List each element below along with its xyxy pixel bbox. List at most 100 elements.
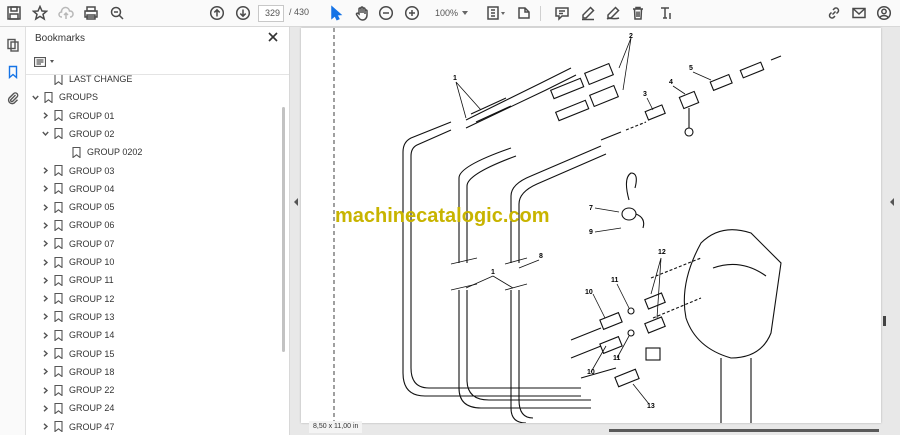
chevron-right-icon[interactable] (40, 403, 50, 413)
vertical-scroll-thumb[interactable] (883, 316, 886, 326)
expand-right-panel-arrow[interactable] (890, 198, 894, 206)
bookmarks-icon[interactable] (4, 63, 22, 81)
bookmark-icon (54, 366, 63, 378)
toolbar-divider (540, 6, 541, 21)
chevron-right-icon[interactable] (40, 422, 50, 432)
bookmark-label: GROUP 01 (69, 110, 115, 121)
chevron-right-icon[interactable] (40, 184, 50, 194)
page-number-input[interactable]: 329 (258, 5, 284, 22)
bookmark-item[interactable]: GROUP 18 (40, 363, 114, 381)
bookmark-item[interactable]: GROUP 15 (40, 345, 114, 363)
bookmark-item[interactable]: GROUP 05 (40, 198, 114, 216)
callout-number: 3 (643, 91, 647, 98)
chevron-right-icon[interactable] (40, 367, 50, 377)
bookmarks-scrollbar[interactable] (282, 107, 285, 352)
horizontal-scrollbar[interactable] (609, 429, 879, 432)
callout-number: 12 (658, 249, 666, 256)
bookmark-item[interactable]: GROUP 22 (40, 381, 114, 399)
chevron-right-icon[interactable] (40, 294, 50, 304)
bookmark-item[interactable]: GROUP 06 (40, 216, 114, 234)
cloud-upload-icon[interactable] (56, 3, 76, 23)
next-page-icon[interactable] (233, 3, 253, 23)
bookmark-item[interactable]: GROUP 10 (40, 253, 114, 271)
account-icon[interactable] (874, 3, 894, 23)
bookmark-icon (54, 274, 63, 287)
callout-number: 7 (589, 205, 593, 212)
comment-icon[interactable] (552, 3, 572, 23)
bookmark-item[interactable]: GROUP 47 (40, 418, 114, 435)
close-icon[interactable] (268, 31, 282, 45)
bookmark-icon (54, 402, 63, 415)
bookmark-label: GROUP 06 (69, 220, 115, 231)
pdf-page: 1 2 3 4 5 1 8 7 9 10 11 12 10 11 13 machinecatalogic.c… (301, 28, 881, 423)
bookmark-item[interactable]: GROUPS (30, 88, 98, 106)
bookmark-label: GROUP 22 (69, 385, 115, 396)
attachments-icon[interactable] (4, 89, 22, 107)
zoom-search-icon[interactable] (107, 3, 127, 23)
callout-number: 13 (647, 403, 655, 410)
bookmark-icon (54, 421, 63, 433)
chevron-right-icon[interactable] (40, 385, 50, 395)
chevron-right-icon[interactable] (40, 111, 50, 121)
bookmark-options-button[interactable] (34, 55, 56, 69)
text-edit-icon[interactable] (655, 3, 675, 23)
star-icon[interactable] (30, 3, 50, 23)
chevron-right-icon[interactable] (40, 166, 50, 176)
bookmark-item[interactable]: LAST CHANGE (40, 75, 132, 88)
draw-freehand-icon[interactable] (603, 3, 623, 23)
bookmark-item[interactable]: GROUP 04 (40, 180, 114, 198)
chevron-right-icon[interactable] (40, 257, 50, 267)
page-fit-chevron-down-icon[interactable] (501, 12, 505, 15)
bookmark-item[interactable]: GROUP 24 (40, 399, 114, 417)
chevron-right-icon[interactable] (40, 202, 50, 212)
bookmark-label: GROUP 18 (69, 366, 115, 377)
email-icon[interactable] (849, 3, 869, 23)
bookmark-label: GROUP 0202 (87, 147, 143, 158)
collapse-panel-arrow[interactable] (294, 198, 298, 206)
bookmark-item[interactable]: GROUP 02 (40, 125, 114, 143)
bookmark-label: GROUP 13 (69, 311, 115, 322)
zoom-chevron-down-icon[interactable] (462, 11, 468, 15)
hand-tool-icon[interactable] (352, 3, 372, 23)
chevron-down-icon[interactable] (40, 129, 50, 139)
bookmark-item[interactable]: GROUP 13 (40, 308, 114, 326)
bookmark-icon (54, 183, 63, 195)
chevron-right-icon[interactable] (40, 275, 50, 285)
zoom-out-icon[interactable] (376, 3, 396, 23)
bookmark-item[interactable]: GROUP 14 (40, 326, 114, 344)
callout-number: 1 (491, 269, 495, 276)
chevron-right-icon[interactable] (40, 220, 50, 230)
bookmark-item[interactable]: GROUP 11 (40, 271, 114, 289)
previous-page-icon[interactable] (207, 3, 227, 23)
select-cursor-icon[interactable] (326, 3, 346, 23)
print-icon[interactable] (81, 3, 101, 23)
bookmark-icon (54, 164, 63, 177)
bookmark-item[interactable]: GROUP 07 (40, 235, 114, 253)
page-fit-icon[interactable] (483, 3, 503, 23)
chevron-right-icon[interactable] (40, 349, 50, 359)
watermark-text: machinecatalogic.com (335, 205, 550, 227)
chevron-right-icon[interactable] (40, 312, 50, 322)
scroll-mode-icon[interactable] (514, 3, 534, 23)
chevron-down-icon[interactable] (30, 92, 40, 102)
chevron-right-icon[interactable] (40, 330, 50, 340)
highlight-pen-icon[interactable] (578, 3, 598, 23)
bookmark-icon (54, 293, 63, 305)
callout-number: 11 (611, 277, 619, 284)
delete-trash-icon[interactable] (628, 3, 648, 23)
page-thumbnails-icon[interactable] (4, 36, 22, 54)
bookmark-label: LAST CHANGE (69, 75, 133, 84)
bookmark-label: GROUP 10 (69, 257, 115, 267)
zoom-in-icon[interactable] (402, 3, 422, 23)
share-link-icon[interactable] (824, 3, 844, 23)
bookmark-item[interactable]: GROUP 0202 (58, 143, 142, 161)
bookmark-item[interactable]: GROUP 01 (40, 107, 114, 125)
left-tool-rail (0, 27, 26, 435)
save-icon[interactable] (4, 3, 24, 23)
bookmark-item[interactable]: GROUP 03 (40, 162, 114, 180)
bookmark-label: GROUP 04 (69, 183, 115, 194)
bookmark-item[interactable]: GROUP 12 (40, 290, 114, 308)
chevron-right-icon[interactable] (40, 239, 50, 249)
bookmark-label: GROUP 11 (69, 275, 114, 286)
